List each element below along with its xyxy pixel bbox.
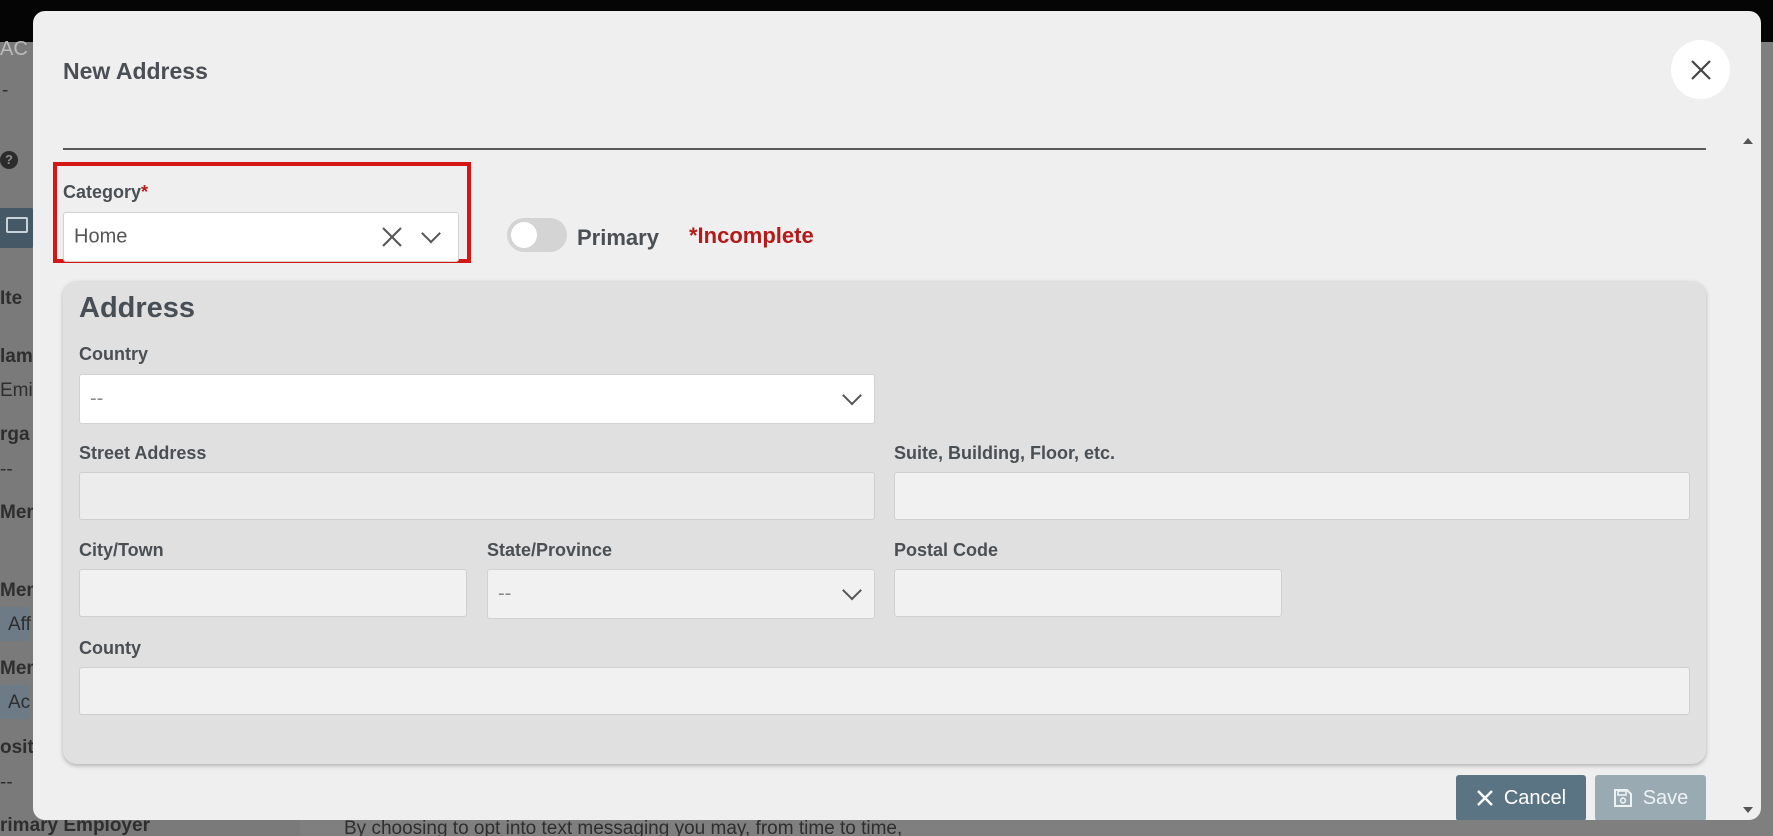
suite-label: Suite, Building, Floor, etc. — [894, 443, 1116, 463]
background-header-text: AC — [0, 38, 28, 60]
background-label: rga — [0, 424, 30, 445]
save-label: Save — [1642, 786, 1689, 809]
close-icon — [1476, 789, 1494, 807]
primary-label: Primary — [577, 225, 659, 250]
floppy-disk-icon — [1613, 788, 1633, 808]
chevron-down-icon — [421, 223, 441, 244]
country-value: -- — [90, 387, 104, 410]
background-value: -- — [0, 772, 13, 793]
clear-icon[interactable] — [381, 226, 403, 248]
mail-icon — [0, 208, 34, 248]
postal-code-input[interactable] — [894, 569, 1282, 617]
state-select[interactable]: -- — [487, 569, 875, 619]
background-value: Emi — [0, 380, 33, 401]
incomplete-status: *Incomplete — [689, 223, 814, 248]
close-button[interactable] — [1671, 40, 1730, 99]
country-select[interactable]: -- — [79, 374, 875, 424]
category-value: Home — [74, 225, 128, 248]
chevron-down-icon — [842, 385, 862, 406]
new-address-dialog: New Address Category* Home Primary *Inco… — [33, 11, 1761, 820]
close-icon — [1690, 59, 1711, 80]
background-dash: - — [2, 80, 9, 101]
background-chip-text: Aff — [8, 614, 31, 635]
state-label: State/Province — [487, 540, 613, 560]
background-label: Ite — [0, 288, 23, 309]
title-divider — [63, 148, 1706, 150]
street-address-input[interactable] — [79, 472, 875, 520]
scroll-up-arrow[interactable] — [1743, 138, 1753, 144]
address-panel: Address Country -- Street Address Suite,… — [63, 281, 1706, 764]
toggle-knob — [511, 222, 537, 248]
suite-input[interactable] — [894, 472, 1690, 520]
background-chip-text: Ac — [8, 692, 31, 713]
state-value: -- — [498, 582, 512, 605]
cancel-label: Cancel — [1503, 786, 1567, 809]
chevron-down-icon — [842, 580, 862, 601]
save-button[interactable]: Save — [1595, 775, 1706, 820]
scroll-down-arrow[interactable] — [1743, 807, 1753, 813]
category-select[interactable]: Home — [63, 212, 459, 262]
country-label: Country — [79, 344, 148, 364]
city-input[interactable] — [79, 569, 467, 617]
address-title: Address — [79, 292, 196, 324]
county-input[interactable] — [79, 667, 1690, 715]
background-label: osit — [0, 737, 34, 758]
cancel-button[interactable]: Cancel — [1456, 775, 1586, 820]
help-icon: ? — [0, 151, 18, 169]
postal-code-label: Postal Code — [894, 540, 999, 560]
dialog-title: New Address — [63, 58, 208, 84]
city-label: City/Town — [79, 540, 164, 560]
background-value: -- — [0, 459, 13, 480]
primary-toggle[interactable] — [507, 218, 567, 252]
county-label: County — [79, 638, 141, 658]
background-footer-text: By choosing to opt into text messaging y… — [344, 818, 903, 836]
street-address-label: Street Address — [79, 443, 207, 463]
category-label: Category* — [63, 182, 149, 202]
